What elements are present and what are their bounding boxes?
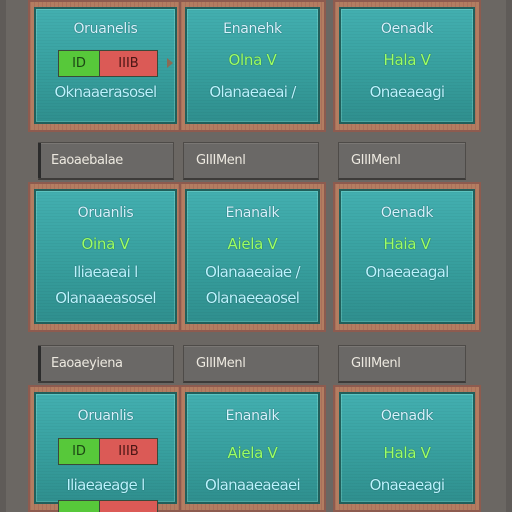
card-cell: Enanehk Olna V Olanaeaeai /: [179, 0, 326, 132]
card-cell: Oenadk Hala V Onaeaeagi: [333, 385, 481, 512]
tab-label: GIIIMenl: [196, 153, 246, 168]
card-text: Onaeaeagi: [369, 83, 445, 101]
tab-accent: [38, 143, 41, 178]
card-panel[interactable]: Oenadk Hala V Onaeaeagi: [339, 392, 475, 504]
card-title: Oruanelis: [73, 21, 138, 37]
tab-secondary[interactable]: GIIIMenl: [183, 142, 319, 180]
card-panel[interactable]: Oenadk Haia V Onaeaeagal: [339, 189, 475, 324]
card-cell: Enanalk Aiela V Olanaaeaiae / Olanaeeaos…: [179, 182, 326, 332]
card-row-3: Oruanlis ID IIIB Iliaeaeage l Enanalk Ai…: [0, 385, 512, 512]
card-title: Oenadk: [380, 205, 434, 221]
card-text: Olanaeeaosel: [205, 289, 300, 307]
card-panel[interactable]: Enanalk Aiela V Olanaaeaiae / Olanaeeaos…: [185, 189, 320, 324]
card-cell: Oenadk Hala V Onaeaeagi: [333, 0, 481, 132]
tab-primary[interactable]: Eaoaeyiena: [38, 345, 174, 383]
card-row-1: Oruanelis ID IIIB Oknaaerasosel Enanehk …: [0, 0, 512, 132]
tab-tertiary[interactable]: GIIIMenl: [338, 345, 466, 383]
card-title: Enanehk: [223, 21, 282, 37]
card-cell: Oruanlis Oina V Iliaeaeai l Olanaaeasose…: [28, 182, 183, 332]
tab-label: Eaoaeyiena: [51, 356, 123, 371]
card-label: Oina V: [81, 235, 130, 253]
card-title: Oenadk: [380, 408, 434, 424]
card-title: Enanalk: [225, 205, 280, 221]
card-text: Oknaaerasosel: [54, 83, 157, 101]
card-text: Olanaaeaeaei: [205, 476, 301, 494]
card-panel[interactable]: Oruanlis ID IIIB Iliaeaeage l: [34, 392, 177, 512]
card-cell: Oenadk Haia V Onaeaeagal: [333, 182, 481, 332]
card-panel[interactable]: Enanehk Olna V Olanaeaeai /: [185, 7, 320, 124]
tab-label: GIIIMenl: [351, 153, 401, 168]
toggle-off-segment[interactable]: IIIB: [100, 51, 157, 76]
card-title: Oruanlis: [77, 408, 134, 424]
card-label: Hala V: [383, 51, 431, 69]
tab-row-2: Eaoaeyiena GIIIMenl GIIIMenl: [0, 345, 512, 385]
app-window: Oruanelis ID IIIB Oknaaerasosel Enanehk …: [0, 0, 512, 512]
toggle-switch[interactable]: [58, 500, 158, 512]
toggle-off-segment[interactable]: IIIB: [100, 439, 157, 464]
card-title: Oruanlis: [77, 205, 134, 221]
card-text: Iliaeaeai l: [73, 263, 138, 281]
card-label: Olna V: [228, 51, 277, 69]
card-text: Olanaaeasosel: [55, 289, 156, 307]
toggle-on-segment[interactable]: ID: [59, 439, 100, 464]
tab-tertiary[interactable]: GIIIMenl: [338, 142, 466, 180]
toggle-on-segment[interactable]: ID: [59, 51, 100, 76]
card-title: Oenadk: [380, 21, 434, 37]
toggle-switch[interactable]: ID IIIB: [58, 50, 158, 77]
card-panel[interactable]: Enanalk Aiela V Olanaaeaeaei: [185, 392, 320, 504]
card-panel[interactable]: Oruanlis Oina V Iliaeaeai l Olanaaeasose…: [34, 189, 177, 324]
tab-primary[interactable]: Eaoaebalae: [38, 142, 174, 180]
tab-label: GIIIMenl: [196, 356, 246, 371]
card-title: Enanalk: [225, 408, 280, 424]
tab-secondary[interactable]: GIIIMenl: [183, 345, 319, 383]
card-cell: Oruanlis ID IIIB Iliaeaeage l: [28, 385, 183, 512]
tab-row-1: Eaoaebalae GIIIMenl GIIIMenl: [0, 142, 512, 182]
card-label: Hala V: [383, 444, 431, 462]
card-panel[interactable]: Oenadk Hala V Onaeaeagi: [339, 7, 475, 124]
card-cell: Enanalk Aiela V Olanaaeaeaei: [179, 385, 326, 512]
tab-accent: [38, 346, 41, 381]
card-row-2: Oruanlis Oina V Iliaeaeai l Olanaaeasose…: [0, 182, 512, 332]
card-text: Olanaeaeai /: [209, 83, 296, 101]
tab-label: Eaoaebalae: [51, 153, 123, 168]
card-text: Onaeaeagal: [365, 263, 449, 281]
card-text: Iliaeaeage l: [66, 476, 145, 494]
card-label: Aiela V: [227, 444, 278, 462]
toggle-switch[interactable]: ID IIIB: [58, 438, 158, 465]
tab-label: GIIIMenl: [351, 356, 401, 371]
toggle-off-segment[interactable]: [100, 501, 157, 512]
card-cell: Oruanelis ID IIIB Oknaaerasosel: [28, 0, 183, 132]
card-panel[interactable]: Oruanelis ID IIIB Oknaaerasosel: [34, 7, 177, 124]
chevron-right-icon[interactable]: [167, 58, 173, 68]
toggle-on-segment[interactable]: [59, 501, 100, 512]
card-text: Olanaaeaiae /: [205, 263, 300, 281]
card-text: Onaeaeagi: [369, 476, 445, 494]
card-label: Aiela V: [227, 235, 278, 253]
card-label: Haia V: [383, 235, 431, 253]
